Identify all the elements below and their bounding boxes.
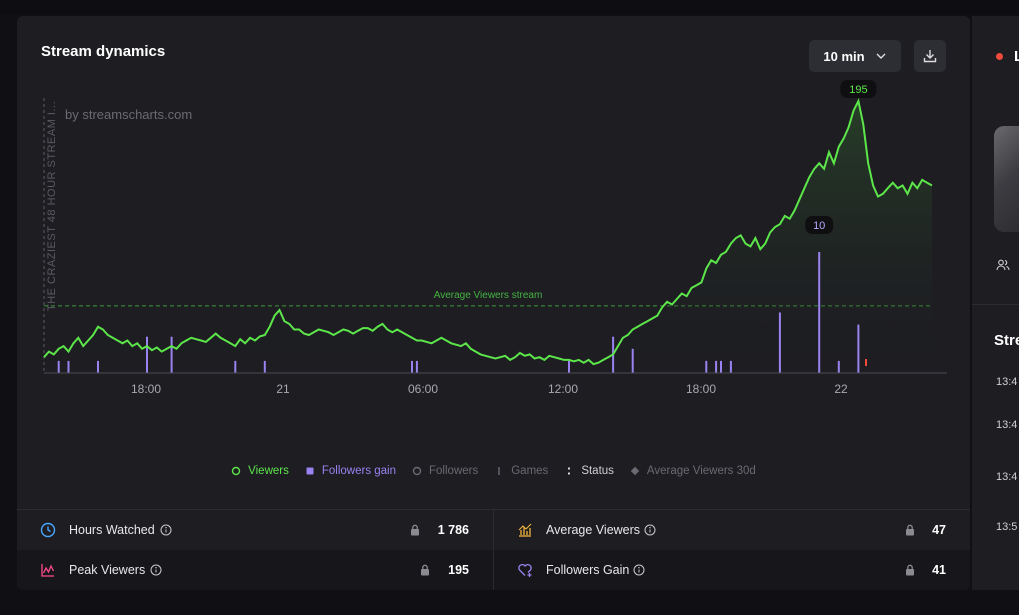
- followers-gain-bar[interactable]: [720, 360, 722, 373]
- diamond-marker-icon: [630, 466, 640, 476]
- followers-gain-bar[interactable]: [778, 312, 781, 374]
- info-icon[interactable]: [150, 564, 162, 576]
- live-panel-title: L: [1014, 48, 1019, 65]
- followers-gain-bar[interactable]: [146, 336, 148, 373]
- followers-gain-bar[interactable]: [837, 360, 840, 373]
- stats-row-2: Peak Viewers 195 Followers Gain 41: [17, 550, 970, 590]
- followers-gain-bar[interactable]: [97, 360, 99, 373]
- stats-row-1: Hours Watched 1 786 Average Viewers 47: [17, 509, 970, 550]
- stat-followers-gain: Followers Gain 41: [494, 550, 970, 590]
- followers-gain-bar[interactable]: [818, 252, 821, 373]
- stat-peak-viewers: Peak Viewers 195: [17, 550, 494, 590]
- legend-item-status[interactable]: Status: [564, 465, 614, 477]
- legend-label: Average Viewers 30d: [646, 465, 756, 477]
- lock-icon: [906, 564, 914, 576]
- panel-divider: [972, 304, 1019, 305]
- lock-icon: [421, 564, 429, 576]
- x-tick-label: 21: [276, 382, 290, 396]
- followers-gain-bar[interactable]: [411, 360, 413, 373]
- stream-dynamics-card: Stream dynamics 10 min by streamscharts.…: [17, 16, 970, 590]
- stream-time: 13:4: [996, 419, 1018, 431]
- legend-label: Followers gain: [321, 465, 397, 477]
- viewers-area: [44, 101, 932, 373]
- stream-time: 13:4: [996, 376, 1018, 388]
- stat-label: Followers Gain: [546, 563, 630, 577]
- stat-value: 41: [932, 563, 946, 577]
- stat-value: 47: [932, 523, 946, 537]
- stat-label: Peak Viewers: [69, 563, 146, 577]
- followers-gain-bar[interactable]: [857, 324, 860, 373]
- followers-gain-bar[interactable]: [415, 360, 418, 373]
- info-icon[interactable]: [633, 564, 645, 576]
- status-marker: [865, 359, 867, 366]
- legend-item-viewers[interactable]: Viewers: [231, 465, 289, 477]
- followers-gain-bar[interactable]: [263, 360, 266, 373]
- circle-marker-icon: [231, 466, 241, 476]
- followers-gain-bar[interactable]: [234, 360, 237, 373]
- legend-label: Followers: [429, 465, 479, 477]
- legend-item-followers[interactable]: Followers: [412, 465, 478, 477]
- lock-icon: [906, 524, 914, 536]
- stream-time: 13:5: [996, 521, 1018, 533]
- x-tick-label: 12:00: [548, 382, 578, 396]
- stat-average-viewers: Average Viewers 47: [494, 510, 970, 550]
- legend-label: Games: [511, 465, 549, 477]
- stat-hours-watched: Hours Watched 1 786: [17, 510, 494, 550]
- x-tick-label: 18:00: [131, 382, 161, 396]
- annotation-label: 10: [813, 220, 825, 232]
- followers-gain-bar[interactable]: [705, 360, 708, 373]
- info-icon[interactable]: [644, 524, 656, 536]
- stat-label: Average Viewers: [546, 523, 641, 537]
- bottom-strip: [0, 593, 1019, 615]
- average-viewers-label: Average Viewers stream: [434, 290, 543, 301]
- live-dot: [996, 53, 1003, 60]
- peak-chart-icon: [41, 564, 55, 577]
- bar-chart-icon: [518, 523, 532, 537]
- lock-icon: [411, 524, 419, 536]
- chart-legend: Viewers Followers gain Followers Games Statu…: [17, 465, 970, 477]
- stream-time: 13:4: [996, 471, 1018, 483]
- stat-label: Hours Watched: [69, 523, 155, 537]
- live-panel: L Stre 13:4 13:4 13:4 13:5: [972, 16, 1019, 590]
- followers-gain-bar[interactable]: [631, 348, 634, 373]
- streams-heading: Stre: [994, 332, 1019, 349]
- x-tick-label: 22: [834, 382, 848, 396]
- followers-gain-bar[interactable]: [170, 336, 173, 373]
- dots-marker-icon: [568, 467, 571, 475]
- top-strip: [0, 0, 1019, 14]
- legend-label: Status: [581, 465, 614, 477]
- heart-plus-icon: [518, 563, 532, 577]
- stat-value: 195: [448, 563, 469, 577]
- followers-gain-bar[interactable]: [57, 360, 60, 373]
- viewers-chart[interactable]: Average Viewers stream 18:00 21 06:00 12:00…: [17, 16, 970, 456]
- bar-marker-icon: [498, 467, 500, 475]
- followers-gain-bar[interactable]: [568, 360, 570, 373]
- legend-item-games[interactable]: Games: [494, 465, 548, 477]
- legend-label: Viewers: [248, 465, 289, 477]
- stat-value: 1 786: [437, 523, 469, 537]
- legend-item-followers-gain[interactable]: Followers gain: [305, 465, 396, 477]
- circle-marker-icon: [412, 466, 422, 476]
- followers-gain-bar[interactable]: [715, 360, 718, 373]
- square-marker-icon: [306, 467, 314, 475]
- x-tick-label: 18:00: [686, 382, 716, 396]
- users-icon: [996, 259, 1010, 271]
- followers-gain-bar[interactable]: [729, 360, 732, 373]
- x-tick-label: 06:00: [408, 382, 438, 396]
- info-icon[interactable]: [160, 524, 172, 536]
- followers-gain-bar[interactable]: [67, 360, 70, 373]
- annotation-label: 195: [849, 84, 867, 96]
- stream-thumbnail[interactable]: [994, 126, 1019, 232]
- legend-item-average-viewers-30d[interactable]: Average Viewers 30d: [630, 465, 756, 477]
- clock-icon: [40, 522, 56, 538]
